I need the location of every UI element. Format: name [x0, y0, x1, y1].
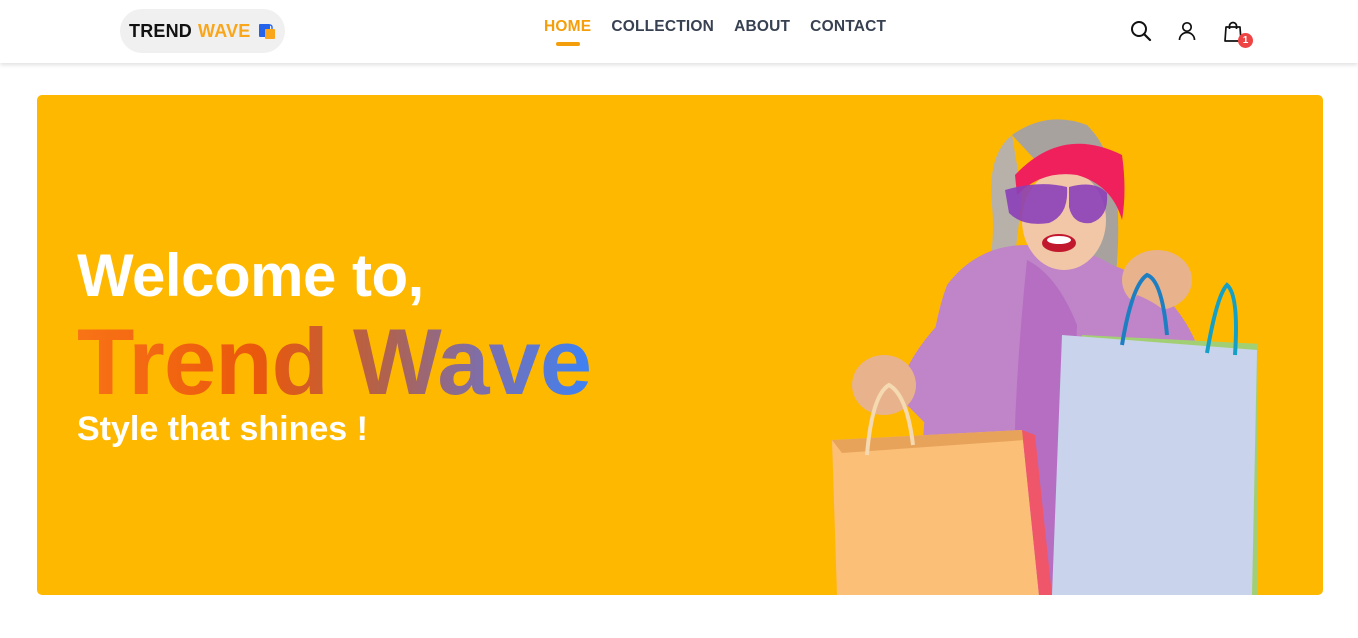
hero-banner: Welcome to, Trend Wave Style that shines… [37, 95, 1323, 595]
logo-text-trend: TREND [129, 20, 192, 41]
nav-contact[interactable]: CONTACT [810, 18, 886, 36]
search-icon[interactable] [1130, 20, 1152, 42]
hero-title: Trend Wave [77, 309, 592, 414]
nav-about[interactable]: ABOUT [734, 18, 790, 36]
hero-tagline: Style that shines ! [77, 410, 368, 448]
navbar: TREND WAVE HOME COLLECTION ABOUT CONTACT… [0, 0, 1358, 63]
logo[interactable]: TREND WAVE [120, 9, 286, 53]
shopping-bag-icon[interactable]: 1 [1222, 20, 1253, 48]
nav-collection[interactable]: COLLECTION [611, 18, 714, 36]
hero-text: Welcome to, Trend Wave Style that shines… [77, 242, 592, 449]
shopping-bag-logo-icon [258, 22, 276, 40]
hero-welcome: Welcome to, [77, 242, 424, 309]
header-actions: 1 [1130, 20, 1253, 48]
logo-text-wave: WAVE [198, 20, 251, 41]
hero-image [832, 119, 1257, 595]
nav-home[interactable]: HOME [544, 18, 591, 36]
user-icon[interactable] [1176, 20, 1198, 42]
cart-count-badge: 1 [1238, 33, 1253, 48]
main-nav: HOME COLLECTION ABOUT CONTACT [544, 18, 886, 36]
